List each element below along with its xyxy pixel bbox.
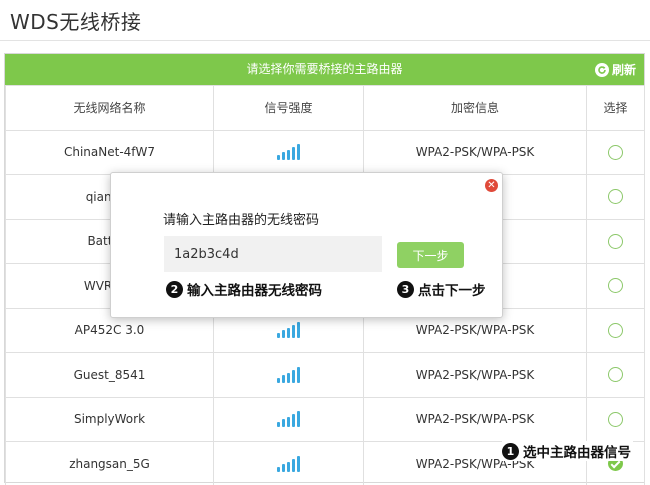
radio-button[interactable] <box>608 367 623 383</box>
next-step-button[interactable]: 下一步 <box>397 242 464 268</box>
signal-strength-icon <box>277 366 300 383</box>
encryption-cell: WPA2-PSK/WPA-PSK <box>363 396 587 442</box>
column-header-encryption: 加密信息 <box>363 85 587 131</box>
radio-button[interactable] <box>608 189 623 205</box>
radio-button[interactable] <box>608 278 623 294</box>
dialog-title: 请输入主路由器的无线密码 <box>163 213 320 228</box>
close-icon[interactable]: ✕ <box>485 179 498 192</box>
signal-strength-icon <box>277 411 300 428</box>
ssid-cell: ChinaNet-4fW7 <box>5 129 214 175</box>
table-header-row: 无线网络名称 信号强度 加密信息 选择 <box>5 85 645 131</box>
select-cell <box>586 174 645 220</box>
column-header-select: 选择 <box>586 85 645 131</box>
signal-cell <box>213 441 364 485</box>
callout-text: 输入主路由器无线密码 <box>187 283 322 299</box>
radio-button[interactable] <box>608 411 623 427</box>
callout-text: 选中主路由器信号 <box>523 445 631 461</box>
ssid-cell: zhangsan_5G <box>5 441 214 485</box>
callout-step-1: 1 选中主路由器信号 <box>502 441 633 461</box>
ssid-cell: SimplyWork <box>5 396 214 442</box>
header-bar-text: 请选择你需要桥接的主路由器 <box>246 62 403 76</box>
select-cell <box>586 307 645 353</box>
refresh-label: 刷新 <box>611 63 636 77</box>
column-header-signal: 信号强度 <box>213 85 364 131</box>
column-header-ssid: 无线网络名称 <box>5 85 214 131</box>
table-row[interactable]: SimplyWork WPA2-PSK/WPA-PSK <box>5 396 645 442</box>
encryption-cell: WPA2-PSK/WPA-PSK <box>363 129 587 175</box>
refresh-icon <box>594 62 609 77</box>
radio-button[interactable] <box>608 322 623 338</box>
signal-cell <box>213 352 364 398</box>
callout-step-3: 3 点击下一步 <box>397 279 486 299</box>
signal-strength-icon <box>277 455 300 472</box>
table-row[interactable]: Guest_8541 WPA2-PSK/WPA-PSK <box>5 352 645 398</box>
step-number-badge: 1 <box>502 442 519 460</box>
select-cell <box>586 396 645 442</box>
encryption-cell: WPA2-PSK/WPA-PSK <box>363 352 587 398</box>
signal-cell <box>213 396 364 442</box>
table-row[interactable]: ChinaNet-4fW7 WPA2-PSK/WPA-PSK <box>5 129 645 175</box>
header-bar: 请选择你需要桥接的主路由器 刷新 <box>5 54 644 85</box>
signal-cell <box>213 129 364 175</box>
select-cell <box>586 218 645 264</box>
radio-button[interactable] <box>608 233 623 249</box>
callout-text: 点击下一步 <box>418 283 486 299</box>
step-number-badge: 2 <box>166 280 183 298</box>
page-title: WDS无线桥接 <box>10 10 142 34</box>
signal-strength-icon <box>277 322 300 339</box>
radio-button[interactable] <box>608 144 623 160</box>
step-number-badge: 3 <box>397 280 414 298</box>
select-cell <box>586 352 645 398</box>
signal-strength-icon <box>277 144 300 161</box>
select-cell <box>586 263 645 309</box>
refresh-button[interactable]: 刷新 <box>594 54 636 85</box>
ssid-cell: Guest_8541 <box>5 352 214 398</box>
callout-step-2: 2 输入主路由器无线密码 <box>166 279 322 299</box>
password-input[interactable] <box>164 236 382 272</box>
select-cell <box>586 129 645 175</box>
title-divider <box>0 40 650 41</box>
